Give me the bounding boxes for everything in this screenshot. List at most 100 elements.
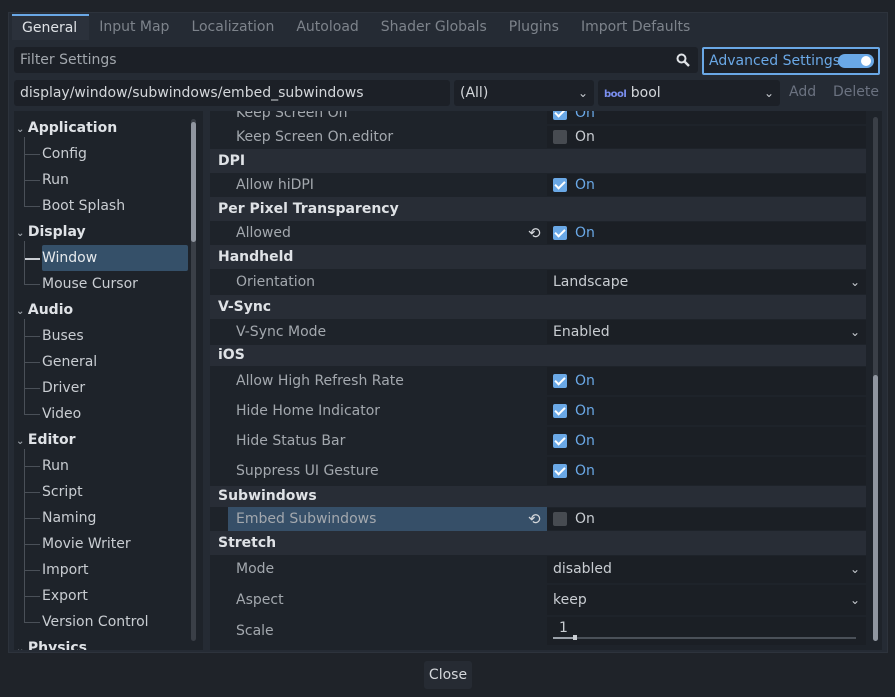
tab-shader-globals[interactable]: Shader Globals <box>371 14 499 40</box>
tab-input-map[interactable]: Input Map <box>89 14 181 40</box>
property-value[interactable]: On <box>547 174 866 196</box>
tab-import-defaults[interactable]: Import Defaults <box>571 14 702 40</box>
tree-item-video[interactable]: Video <box>42 401 81 427</box>
tree-item-config[interactable]: Config <box>42 141 87 167</box>
property-value[interactable]: On <box>547 126 866 148</box>
tree-item-mouse-cursor[interactable]: Mouse Cursor <box>42 271 138 297</box>
toggle-switch[interactable] <box>838 54 874 68</box>
tree-item-window[interactable]: Window <box>42 245 188 271</box>
scale-slider[interactable] <box>553 635 856 640</box>
tree-item-run[interactable]: Run <box>42 167 69 193</box>
checkbox-label: On <box>575 225 595 241</box>
tree-item-version-control[interactable]: Version Control <box>42 609 149 635</box>
add-button[interactable]: Add <box>789 84 816 100</box>
property-value[interactable]: On <box>547 508 866 530</box>
tree-section-display[interactable]: ⌄ Display <box>16 219 86 245</box>
chevron-down-icon[interactable]: ⌄ <box>16 228 28 239</box>
tree-item-export[interactable]: Export <box>42 583 88 609</box>
property-row-v-sync-mode[interactable]: V-Sync Mode Enabled ⌄ <box>210 319 866 345</box>
type-select[interactable]: bool bool ⌄ <box>598 80 780 106</box>
checkbox[interactable] <box>553 374 567 388</box>
inspector-scrollbar[interactable] <box>873 117 878 641</box>
checkbox-label: On <box>575 373 595 389</box>
checkbox-label: On <box>575 129 595 145</box>
checkbox[interactable] <box>553 464 567 478</box>
property-value[interactable]: On <box>547 222 866 244</box>
tree-connector <box>24 622 40 623</box>
tree-section-label: Editor <box>27 432 76 448</box>
checkbox[interactable] <box>553 404 567 418</box>
tree-section-application[interactable]: ⌄ Application <box>16 115 117 141</box>
property-row-keep-screen-on-editor[interactable]: Keep Screen On.editor On <box>210 125 866 149</box>
tree-scrollbar-thumb[interactable] <box>191 122 196 242</box>
feature-select[interactable]: (All) ⌄ <box>454 80 594 106</box>
checkbox[interactable] <box>553 111 567 120</box>
property-row-keep-screen-on[interactable]: Keep Screen On On <box>210 111 866 125</box>
revert-icon[interactable]: ⟲ <box>528 507 541 531</box>
tree-item-buses[interactable]: Buses <box>42 323 84 349</box>
close-button[interactable]: Close <box>424 661 472 689</box>
property-row-allowed[interactable]: Allowed ⟲ On <box>210 221 866 245</box>
search-icon <box>676 53 690 67</box>
property-value[interactable]: On <box>547 111 866 124</box>
tree-item-script[interactable]: Script <box>42 479 83 505</box>
property-value[interactable]: Enabled ⌄ <box>547 320 866 344</box>
property-row-embed-subwindows[interactable]: Embed Subwindows ⟲ On <box>210 507 866 531</box>
property-value[interactable]: Landscape ⌄ <box>547 270 866 294</box>
dropdown-value: Landscape <box>553 274 629 290</box>
chevron-down-icon[interactable]: ⌄ <box>16 306 28 317</box>
property-row-suppress-ui-gesture[interactable]: Suppress UI Gesture On <box>210 456 866 486</box>
property-row-allow-high-refresh-rate[interactable]: Allow High Refresh Rate On <box>210 366 866 396</box>
tab-general[interactable]: General <box>12 14 90 40</box>
property-value[interactable]: 1 <box>547 617 866 645</box>
checkbox[interactable] <box>553 512 567 526</box>
revert-icon[interactable]: ⟲ <box>528 221 541 245</box>
tree-item-naming[interactable]: Naming <box>42 505 96 531</box>
chevron-down-icon[interactable]: ⌄ <box>16 124 28 135</box>
tab-plugins[interactable]: Plugins <box>499 14 571 40</box>
property-label: Keep Screen On.editor <box>236 129 394 145</box>
tree-connector <box>24 570 40 571</box>
tree-item-run[interactable]: Run <box>42 453 69 479</box>
tree-item-driver[interactable]: Driver <box>42 375 85 401</box>
section-header-per-pixel-transparency: Per Pixel Transparency <box>210 197 866 221</box>
property-row-orientation[interactable]: Orientation Landscape ⌄ <box>210 269 866 295</box>
tab-autoload[interactable]: Autoload <box>286 14 370 40</box>
tree-item-movie-writer[interactable]: Movie Writer <box>42 531 131 557</box>
checkbox-label: On <box>575 177 595 193</box>
filter-settings-input[interactable]: Filter Settings <box>14 47 698 73</box>
slider-handle[interactable] <box>573 635 577 640</box>
property-row-hide-status-bar[interactable]: Hide Status Bar On <box>210 426 866 456</box>
property-row-scale[interactable]: Scale 1 <box>210 616 866 646</box>
property-value[interactable]: On <box>547 367 866 395</box>
inspector-scrollbar-thumb[interactable] <box>873 375 878 641</box>
property-row-allow-hidpi[interactable]: Allow hiDPI On <box>210 173 866 197</box>
tree-item-import[interactable]: Import <box>42 557 88 583</box>
tree-scrollbar[interactable] <box>191 119 196 641</box>
tab-localization[interactable]: Localization <box>181 14 286 40</box>
delete-button[interactable]: Delete <box>833 84 879 100</box>
tree-section-physics[interactable]: ⌄ Physics <box>16 635 87 650</box>
checkbox[interactable] <box>553 178 567 192</box>
property-value[interactable]: keep ⌄ <box>547 585 866 615</box>
tree-item-boot-splash[interactable]: Boot Splash <box>42 193 125 219</box>
property-value[interactable]: On <box>547 457 866 485</box>
tree-connector <box>24 284 40 285</box>
tree-item-general[interactable]: General <box>42 349 97 375</box>
property-path-input[interactable]: display/window/subwindows/embed_subwindo… <box>14 80 450 106</box>
chevron-down-icon[interactable]: ⌄ <box>16 644 28 650</box>
property-row-hide-home-indicator[interactable]: Hide Home Indicator On <box>210 396 866 426</box>
property-row-mode[interactable]: Mode disabled ⌄ <box>210 555 866 584</box>
property-value[interactable]: On <box>547 397 866 425</box>
checkbox[interactable] <box>553 226 567 240</box>
section-header-subwindows: Subwindows <box>210 486 866 507</box>
property-row-aspect[interactable]: Aspect keep ⌄ <box>210 584 866 616</box>
property-value[interactable]: On <box>547 427 866 455</box>
property-value[interactable]: disabled ⌄ <box>547 556 866 583</box>
chevron-down-icon[interactable]: ⌄ <box>16 436 28 447</box>
checkbox-label: On <box>575 463 595 479</box>
checkbox[interactable] <box>553 130 567 144</box>
checkbox[interactable] <box>553 434 567 448</box>
feature-select-value: (All) <box>460 85 489 101</box>
advanced-settings-toggle[interactable]: Advanced Settings <box>702 47 880 75</box>
